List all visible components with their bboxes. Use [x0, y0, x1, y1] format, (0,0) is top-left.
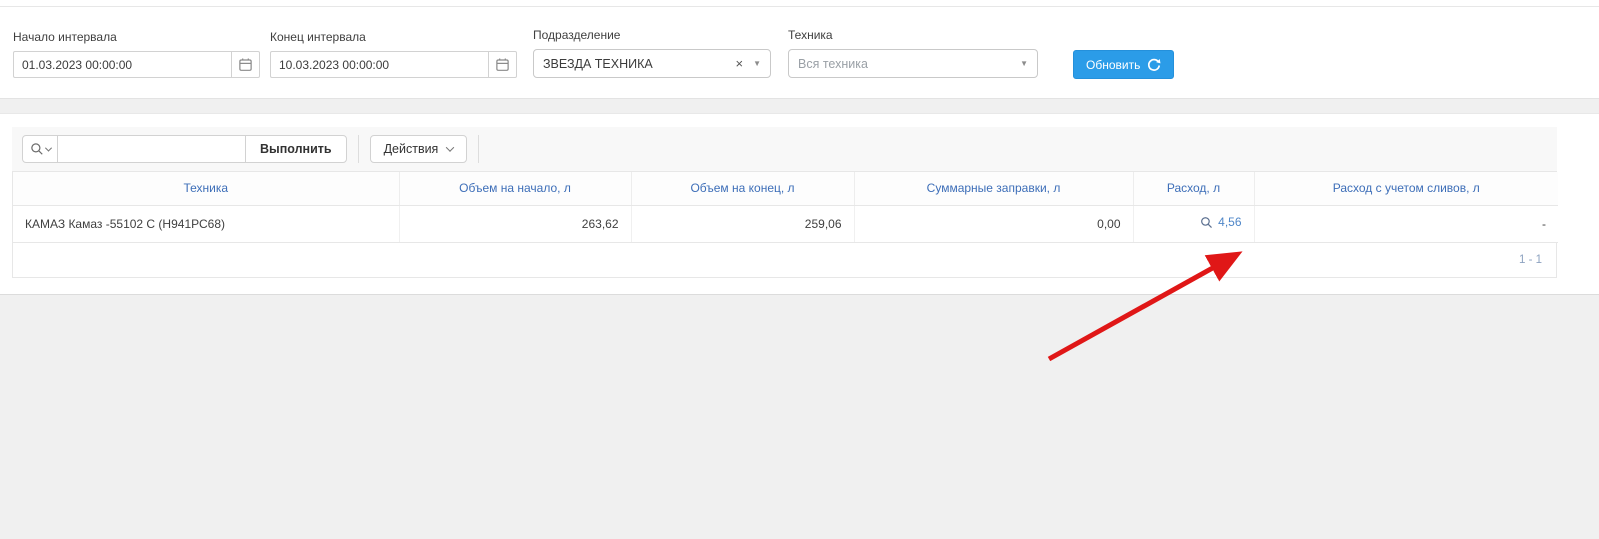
- interval-end-input[interactable]: [270, 51, 488, 78]
- cell-vehicle: КАМАЗ Камаз -55102 С (Н941РС68): [13, 205, 399, 242]
- refresh-button[interactable]: Обновить: [1073, 50, 1174, 79]
- field-vehicle: Техника Вся техника ▼: [788, 28, 1038, 78]
- calendar-icon[interactable]: [488, 51, 517, 78]
- report-toolbar: Выполнить Действия: [12, 127, 1557, 171]
- actions-menu-button[interactable]: Действия: [370, 135, 468, 163]
- division-value: ЗВЕЗДА ТЕХНИКА: [543, 57, 735, 71]
- cell-consumption-with-drains: -: [1254, 205, 1558, 242]
- chevron-down-icon: [446, 143, 454, 151]
- section-divider-band: [0, 98, 1599, 114]
- vehicle-placeholder: Вся техника: [798, 57, 1020, 71]
- division-select[interactable]: ЗВЕЗДА ТЕХНИКА × ▼: [533, 49, 771, 78]
- column-header-vehicle[interactable]: Техника: [13, 172, 399, 205]
- cell-total-refuels: 0,00: [854, 205, 1133, 242]
- search-dropdown-chevron-icon: [44, 144, 51, 151]
- cell-end-volume: 259,06: [631, 205, 854, 242]
- column-header-consumption[interactable]: Расход, л: [1133, 172, 1254, 205]
- page: Начало интервала Конец интервала Подразд…: [0, 0, 1599, 539]
- report-grid: Техника Объем на начало, л Объем на коне…: [12, 171, 1557, 278]
- report-region: Выполнить Действия Техника Объем на нача…: [0, 114, 1599, 294]
- search-icon: [30, 142, 44, 156]
- go-button[interactable]: Выполнить: [245, 135, 347, 163]
- search-options-button[interactable]: [22, 135, 58, 163]
- consumption-value: 4,56: [1218, 215, 1241, 229]
- column-header-start-volume[interactable]: Объем на начало, л: [399, 172, 631, 205]
- clear-icon[interactable]: ×: [735, 56, 743, 71]
- field-interval-end: Конец интервала: [270, 30, 517, 78]
- calendar-icon[interactable]: [231, 51, 260, 78]
- interval-start-input[interactable]: [13, 51, 231, 78]
- field-interval-start: Начало интервала: [13, 30, 260, 78]
- consumption-link[interactable]: 4,56: [1200, 215, 1241, 229]
- vehicle-label: Техника: [788, 28, 1038, 42]
- chevron-down-icon[interactable]: ▼: [1020, 59, 1028, 68]
- pagination: 1 - 1: [13, 243, 1556, 277]
- table-header-row: Техника Объем на начало, л Объем на коне…: [13, 172, 1558, 205]
- interval-start-label: Начало интервала: [13, 30, 260, 44]
- refresh-icon: [1147, 58, 1161, 72]
- column-header-total-refuels[interactable]: Суммарные заправки, л: [854, 172, 1133, 205]
- column-header-end-volume[interactable]: Объем на конец, л: [631, 172, 854, 205]
- top-divider: [0, 0, 1599, 7]
- search-input[interactable]: [58, 135, 246, 163]
- filter-bar: Начало интервала Конец интервала Подразд…: [0, 8, 1599, 98]
- table-row: КАМАЗ Камаз -55102 С (Н941РС68) 263,62 2…: [13, 205, 1558, 242]
- interval-end-label: Конец интервала: [270, 30, 517, 44]
- refresh-button-label: Обновить: [1086, 58, 1140, 72]
- field-division: Подразделение ЗВЕЗДА ТЕХНИКА × ▼: [533, 28, 771, 78]
- vehicle-select[interactable]: Вся техника ▼: [788, 49, 1038, 78]
- toolbar-separator: [358, 135, 359, 163]
- division-label: Подразделение: [533, 28, 771, 42]
- cell-consumption: 4,56: [1133, 205, 1254, 242]
- magnifier-icon: [1200, 216, 1213, 229]
- page-background: [0, 294, 1599, 539]
- toolbar-separator: [478, 135, 479, 163]
- cell-start-volume: 263,62: [399, 205, 631, 242]
- column-header-consumption-with-drains[interactable]: Расход с учетом сливов, л: [1254, 172, 1558, 205]
- chevron-down-icon[interactable]: ▼: [753, 59, 761, 68]
- actions-menu-label: Действия: [384, 142, 439, 156]
